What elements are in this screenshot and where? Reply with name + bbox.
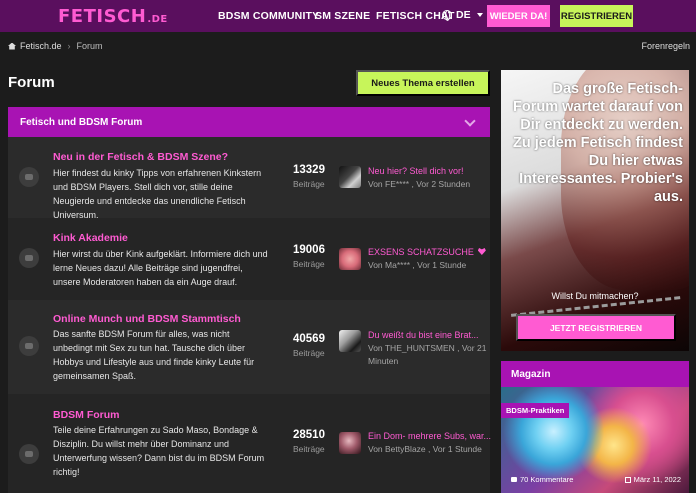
avatar[interactable]	[339, 330, 361, 352]
category-header[interactable]: Fetisch und BDSM Forum	[8, 107, 490, 137]
magazine-category-tag[interactable]: BDSM-Praktiken	[501, 403, 570, 418]
comment-icon	[511, 477, 517, 482]
breadcrumb-home[interactable]: Fetisch.de	[20, 41, 62, 51]
last-post-meta: Von THE_HUNTSMEN , Vor 21 Minuten	[368, 343, 487, 366]
last-post-title[interactable]: EXSENS SCHATZSUCHE	[368, 247, 486, 257]
post-count-label: Beiträge	[293, 259, 325, 269]
heart-icon	[477, 248, 486, 255]
last-post-title[interactable]: Du weißt du bist eine Brat...	[368, 330, 479, 340]
magazine-article-meta: 70 Kommentare März 11, 2022	[501, 473, 689, 487]
chevron-down-icon	[476, 13, 483, 17]
home-icon	[8, 42, 16, 50]
post-count-label: Beiträge	[293, 348, 325, 358]
site-logo[interactable]: FETISCH.DE	[58, 6, 168, 27]
chat-bubble-icon	[19, 336, 39, 356]
post-count-label: Beiträge	[293, 444, 325, 454]
forum-description: Hier wirst du über Kink aufgeklärt. Info…	[53, 249, 268, 287]
login-button[interactable]: WIEDER DA!	[487, 5, 550, 27]
post-count: 28510	[293, 429, 325, 441]
chat-bubble-icon	[19, 248, 39, 268]
category-title: Fetisch und BDSM Forum	[20, 116, 143, 128]
forum-row[interactable]: Online Munch und BDSM Stammtisch Das san…	[8, 300, 490, 394]
article-date: März 11, 2022	[624, 475, 681, 484]
globe-icon	[442, 10, 452, 21]
post-count: 13329	[293, 164, 325, 176]
last-post-meta: Von BettyBlaze , Vor 1 Stunde	[368, 444, 482, 454]
last-post-title[interactable]: Neu hier? Stell dich vor!	[368, 166, 464, 176]
post-count: 19006	[293, 244, 325, 256]
nav-sm-szene[interactable]: SM SZENE	[315, 10, 370, 22]
forum-row[interactable]: Neu in der Fetisch & BDSM Szene? Hier fi…	[8, 137, 490, 220]
post-count-label: Beiträge	[293, 179, 325, 189]
magazine-header: Magazin	[501, 361, 689, 387]
forum-title[interactable]: BDSM Forum	[53, 409, 120, 421]
register-button[interactable]: REGISTRIEREN	[560, 5, 633, 27]
forum-row[interactable]: Kink Akademie Hier wirst du über Kink au…	[8, 218, 490, 300]
nav-bdsm-community[interactable]: BDSM COMMUNITY	[218, 10, 319, 22]
forum-row[interactable]: BDSM Forum Teile deine Erfahrungen zu Sa…	[8, 394, 491, 493]
new-thread-button[interactable]: Neues Thema erstellen	[356, 70, 490, 96]
avatar[interactable]	[339, 166, 361, 188]
magazine-title: Magazin	[511, 368, 551, 380]
post-count: 40569	[293, 333, 325, 345]
breadcrumb-bar: Fetisch.de › Forum Forenregeln	[0, 32, 696, 60]
register-now-button[interactable]: JETZT REGISTRIEREN	[516, 314, 676, 341]
calendar-icon	[624, 476, 631, 483]
last-post-meta: Von FE**** , Vor 2 Stunden	[368, 179, 471, 189]
language-selector[interactable]: DE	[442, 9, 483, 21]
chevron-down-icon[interactable]	[464, 115, 476, 127]
promo-question: Willst Du mitmachen?	[551, 291, 639, 301]
avatar[interactable]	[339, 248, 361, 270]
comments-count[interactable]: 70 Kommentare	[511, 475, 573, 484]
promo-headline: Das große Fetisch-Forum wartet darauf vo…	[513, 81, 683, 205]
forum-description: Hier findest du kinky Tipps von erfahren…	[53, 168, 262, 220]
last-post-title[interactable]: Ein Dom- mehrere Subs, war...	[368, 431, 491, 441]
page-title: Forum	[8, 74, 55, 91]
last-post-meta: Von Ma**** , Vor 1 Stunde	[368, 260, 467, 270]
breadcrumb: Fetisch.de › Forum	[8, 41, 103, 51]
avatar[interactable]	[339, 432, 361, 454]
forum-rules-link[interactable]: Forenregeln	[641, 41, 690, 51]
forum-title[interactable]: Online Munch und BDSM Stammtisch	[53, 313, 241, 325]
registration-promo-banner: Das große Fetisch-Forum wartet darauf vo…	[501, 70, 689, 351]
forum-title[interactable]: Neu in der Fetisch & BDSM Szene?	[53, 151, 228, 163]
top-navigation-bar: FETISCH.DE BDSM COMMUNITY SM SZENE FETIS…	[0, 0, 696, 32]
forum-description: Teile deine Erfahrungen zu Sado Maso, Bo…	[53, 425, 265, 477]
chat-bubble-icon	[19, 444, 39, 464]
breadcrumb-current[interactable]: Forum	[77, 41, 103, 51]
breadcrumb-separator: ›	[67, 41, 71, 51]
language-label: DE	[456, 9, 471, 21]
chat-bubble-icon	[19, 167, 39, 187]
forum-description: Das sanfte BDSM Forum für alles, was nic…	[53, 329, 255, 381]
forum-title[interactable]: Kink Akademie	[53, 232, 128, 244]
